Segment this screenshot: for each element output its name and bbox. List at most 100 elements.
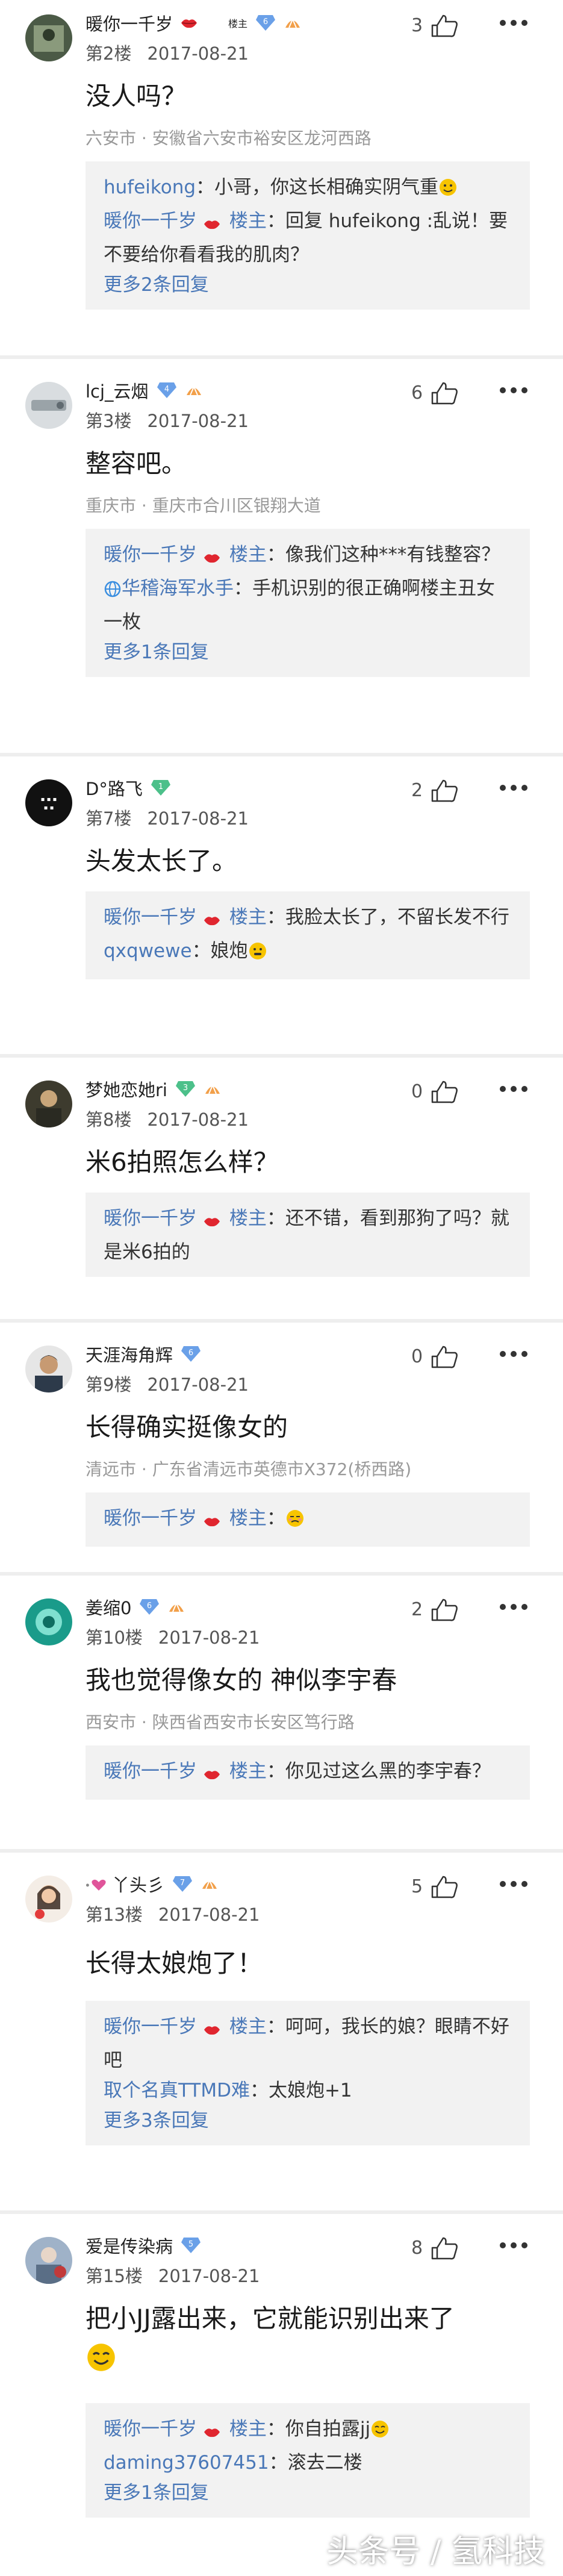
like-button[interactable]: 2 — [411, 1596, 460, 1623]
post-content: 我也觉得像女的 神似李宇春 — [86, 1665, 397, 1695]
watermark: 头条号 / 氢科技 — [326, 2534, 545, 2570]
reply-text: ：滚去二楼 — [269, 2452, 362, 2474]
more-icon[interactable] — [496, 2232, 532, 2259]
reply-author[interactable]: hufeikong — [104, 176, 196, 198]
reply-text: ：娘炮 — [191, 940, 248, 962]
avatar[interactable] — [25, 14, 72, 61]
reply-author[interactable]: 暖你一千岁 — [104, 2418, 197, 2440]
lips-icon — [203, 1507, 221, 1537]
more-icon[interactable] — [496, 775, 532, 801]
reply-author[interactable]: 暖你一千岁 — [104, 2016, 197, 2038]
avatar[interactable] — [25, 2237, 72, 2284]
reply-box: 暖你一千岁 楼主：还不错，看到那狗了吗？就是米6拍的 — [86, 1193, 530, 1277]
reply: 华稽海军水手：手机识别的很正确啊楼主丑女一枚 — [104, 573, 512, 637]
reply-author[interactable]: qxqwewe — [104, 940, 192, 962]
like-button[interactable]: 8 — [411, 2235, 460, 2261]
more-icon[interactable] — [496, 10, 532, 36]
post-floor-10: 姜缩0 6 第10楼 2017-08-21 2 我也觉得像女的 神似李宇春 西安市… — [0, 1584, 563, 1849]
reply-author[interactable]: daming37607451 — [104, 2452, 269, 2474]
floor-number: 第9楼 — [86, 1374, 132, 1395]
avatar[interactable] — [25, 1876, 72, 1923]
reply: 暖你一千岁 楼主：你自拍露jj — [104, 2414, 512, 2448]
post-date: 2017-08-21 — [147, 1109, 249, 1130]
post-content: 整容吧。 — [86, 449, 187, 478]
like-button[interactable]: 2 — [411, 777, 460, 803]
more-replies-link[interactable]: 更多2条回复 — [104, 270, 512, 300]
heart-icon: ꔷ — [86, 1876, 108, 1892]
floor-number: 第7楼 — [86, 808, 132, 829]
avatar[interactable]: ▪ ▪ ▪ ▪ ▪ — [25, 779, 72, 826]
post-floor-15: 爱是传染病 5 第15楼 2017-08-21 8 把小JJ露出来，它就能识别出来… — [0, 2222, 563, 2576]
username[interactable]: 梦她恋她ri — [86, 1076, 167, 1102]
reply-author[interactable]: 暖你一千岁 — [104, 1208, 197, 1229]
level-number: 4 — [164, 385, 169, 394]
like-button[interactable]: 6 — [411, 379, 460, 406]
post-content: 长得确实挺像女的 — [86, 1412, 288, 1442]
post-date: 2017-08-21 — [147, 411, 249, 431]
reply: hufeikong：小哥，你这长相确实阴气重 — [104, 172, 512, 206]
emoji-icon — [370, 2418, 390, 2448]
fan-badge-icon — [201, 1877, 219, 1891]
reply-author[interactable]: 暖你一千岁 — [104, 210, 197, 232]
reply-text: ：像我们这种***有钱整容？ — [266, 544, 500, 566]
reply: qxqwewe：娘炮 — [104, 936, 512, 970]
reply-author[interactable]: 华稽海军水手 — [122, 578, 234, 599]
like-button[interactable]: 0 — [411, 1078, 460, 1105]
avatar[interactable] — [25, 1598, 72, 1645]
level-badge-icon: 6 — [138, 1598, 160, 1616]
more-icon[interactable] — [496, 1341, 532, 1367]
like-button[interactable]: 0 — [411, 1343, 460, 1370]
reply-text: ：你见过这么黑的李宇春？ — [266, 1760, 491, 1782]
thumb-icon — [429, 1596, 460, 1623]
reply-box: 暖你一千岁 楼主：像我们这种***有钱整容？ 华稽海军水手：手机识别的很正确啊楼… — [86, 529, 530, 677]
reply-box: 暖你一千岁 楼主：我脸太长了，不留长发不行 qxqwewe：娘炮 — [86, 891, 530, 979]
more-replies-link[interactable]: 更多3条回复 — [104, 2106, 512, 2136]
username[interactable]: lcj_云烟 — [86, 378, 149, 403]
post-floor-9: 天涯海角辉 6 第9楼 2017-08-21 0 长得确实挺像女的 清远市 · 广… — [0, 1331, 563, 1572]
like-count: 0 — [411, 1346, 423, 1367]
more-replies-link[interactable]: 更多1条回复 — [104, 2478, 512, 2508]
emoji-icon — [438, 176, 458, 206]
more-icon[interactable] — [496, 1871, 532, 1897]
reply-author[interactable]: 取个名真TTMD难 — [104, 2080, 250, 2101]
level-badge-icon: 6 — [255, 14, 276, 32]
like-button[interactable]: 5 — [411, 1873, 460, 1900]
more-icon[interactable] — [496, 1076, 532, 1102]
avatar[interactable] — [25, 382, 72, 429]
username[interactable]: 丫头彡 — [112, 1871, 164, 1897]
post-floor-3: lcj_云烟 4 第3楼 2017-08-21 6 整容吧。 重庆市 · 重庆市合… — [0, 367, 563, 753]
more-replies-link[interactable]: 更多1条回复 — [104, 637, 512, 667]
reply-author[interactable]: 暖你一千岁 — [104, 906, 197, 928]
username[interactable]: D°路飞 — [86, 775, 143, 800]
level-number: 7 — [180, 1879, 185, 1888]
reply-author[interactable]: 暖你一千岁 — [104, 1760, 197, 1782]
avatar[interactable] — [25, 1081, 72, 1127]
svg-text:ꔷ: ꔷ — [86, 1881, 90, 1891]
avatar[interactable] — [25, 1346, 72, 1392]
username[interactable]: 爱是传染病 — [86, 2233, 173, 2258]
post-date: 2017-08-21 — [158, 1627, 260, 1648]
more-icon[interactable] — [496, 1594, 532, 1620]
post-floor-13: ꔷ 丫头彡 7 第13楼 2017-08-21 5 长得太娘炮了！ 暖你一千岁 楼… — [0, 1861, 563, 2210]
reply-author[interactable]: 暖你一千岁 — [104, 1508, 197, 1529]
reply: 暖你一千岁 楼主：呵呵，我长的娘？眼睛不好吧 — [104, 2012, 512, 2075]
post-separator — [0, 753, 563, 756]
reply-box: 暖你一千岁 楼主：呵呵，我长的娘？眼睛不好吧 取个名真TTMD难：太娘炮+1 更… — [86, 2001, 530, 2145]
username[interactable]: 天涯海角辉 — [86, 1341, 173, 1367]
reply-author[interactable]: 暖你一千岁 — [104, 544, 197, 566]
username[interactable]: 姜缩0 — [86, 1594, 131, 1620]
lips-icon — [203, 2418, 221, 2448]
post-content: 长得太娘炮了！ — [86, 1948, 263, 1978]
lips-icon — [203, 210, 221, 240]
lips-icon — [203, 1207, 221, 1237]
reply-text: ：你自拍露jj — [266, 2418, 371, 2440]
owner-label: 楼主 — [229, 2016, 267, 2038]
username[interactable]: 暖你一千岁 — [86, 10, 173, 36]
like-count: 3 — [411, 14, 423, 36]
owner-label: 楼主 — [229, 1208, 267, 1229]
owner-label: 楼主 — [229, 544, 267, 566]
like-button[interactable]: 3 — [411, 12, 460, 39]
more-icon[interactable] — [496, 377, 532, 404]
level-number: 3 — [183, 1084, 188, 1093]
post-separator — [0, 1319, 563, 1323]
